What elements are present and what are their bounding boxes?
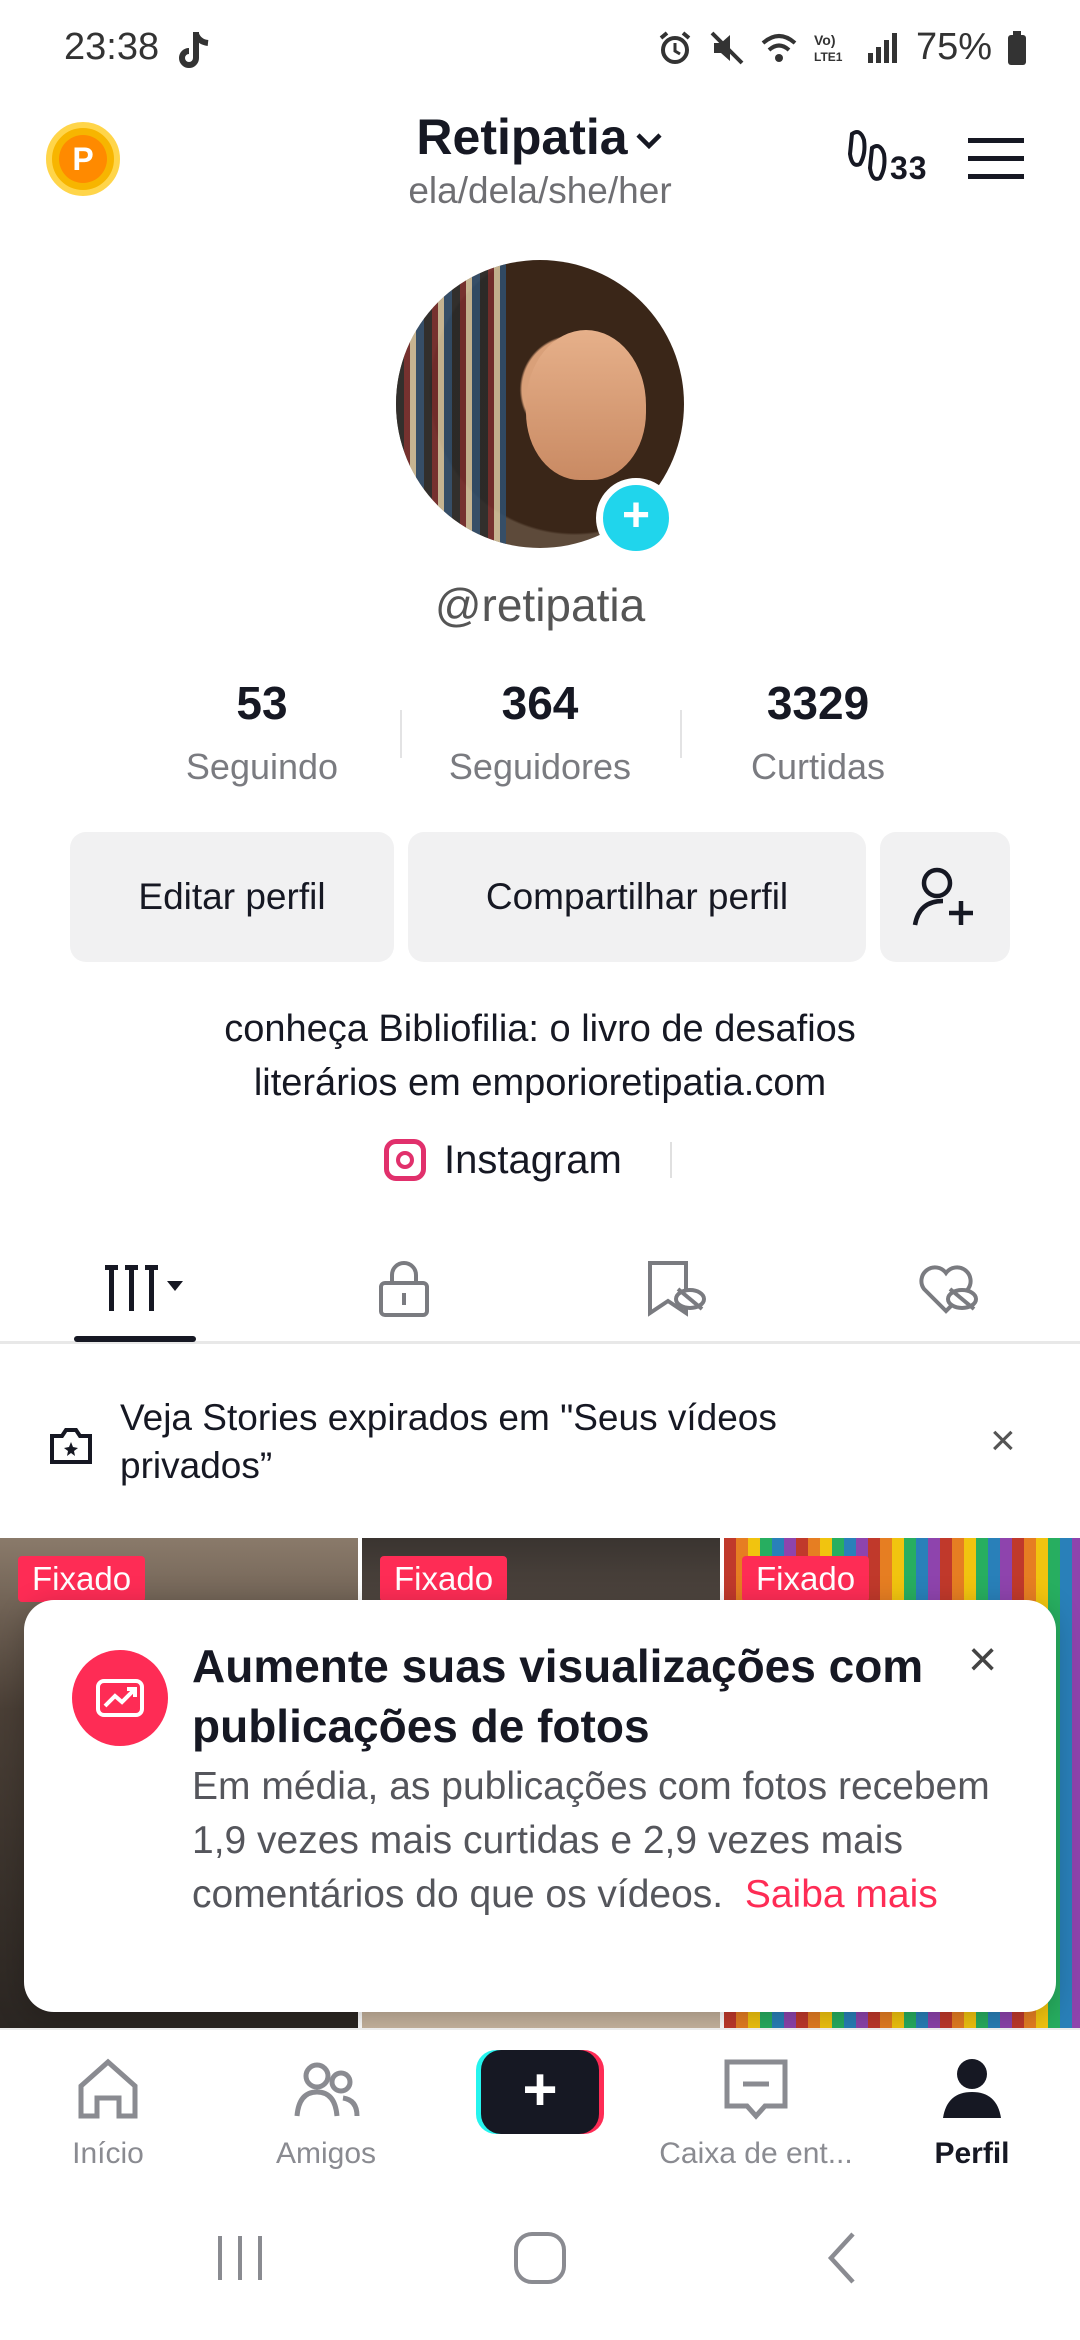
followers-count: 364 (501, 677, 579, 729)
bio-line-1: conheça Bibliofilia: o livro de desafios (224, 1008, 856, 1050)
profile-header: P Retipatia ela/dela/she/her 33 (0, 100, 1080, 220)
grid-icon (105, 1265, 183, 1311)
following-label: Seguindo (185, 746, 339, 787)
svg-text:LTE1: LTE1 (814, 50, 843, 64)
signal-icon (867, 32, 897, 63)
menu-icon[interactable] (966, 136, 1026, 182)
nav-inbox[interactable]: Caixa de ent... (656, 2054, 856, 2171)
close-banner-button[interactable]: × (990, 1416, 1016, 1466)
home-button-icon[interactable] (510, 2228, 570, 2288)
tab-videos[interactable] (96, 1254, 196, 1324)
nav-profile-label: Perfil (934, 2137, 1010, 2170)
camera-icon (50, 1428, 92, 1464)
battery-icon (1008, 30, 1026, 65)
instagram-icon (384, 1139, 426, 1181)
profile-bio: conheça Bibliofilia: o livro de desafios… (0, 1002, 1080, 1110)
heart-hidden-icon (919, 1265, 978, 1314)
avatar-face (526, 330, 646, 480)
followers-label: Seguidores (448, 746, 632, 787)
stat-likes[interactable]: 3329 Curtidas (688, 676, 948, 788)
footprints-icon (847, 130, 887, 181)
pinned-badge: Fixado (18, 1556, 146, 1602)
tab-liked[interactable] (908, 1254, 988, 1324)
inbox-icon (724, 2059, 788, 2120)
tab-reposts[interactable] (636, 1254, 716, 1324)
active-tab-indicator (74, 1336, 196, 1342)
likes-count: 3329 (766, 677, 870, 729)
create-button[interactable]: + (476, 2050, 604, 2134)
trending-icon (72, 1650, 168, 1746)
chevron-down-icon (635, 133, 662, 149)
add-friend-button[interactable] (880, 832, 1010, 962)
edit-profile-button[interactable]: Editar perfil (70, 832, 394, 962)
status-bar: 23:38 Vo) LTE1 75% (0, 0, 1080, 100)
visitors-count: 33 (890, 150, 928, 186)
close-tip-button[interactable]: × (968, 1630, 997, 1688)
bottom-navigation: Início Amigos + Caixa de ent... Perfil (0, 2028, 1080, 2178)
add-story-button[interactable]: + (596, 478, 676, 558)
wifi-icon (761, 33, 797, 62)
volte-icon: Vo) LTE1 (814, 32, 843, 64)
stat-followers[interactable]: 364 Seguidores (410, 676, 670, 788)
nav-profile[interactable]: Perfil (872, 2054, 1072, 2171)
bio-line-2[interactable]: literários em emporioretipatia.com (0, 1056, 1080, 1110)
chart-up-icon (96, 1679, 144, 1717)
avatar-background (396, 260, 506, 548)
mute-icon (710, 31, 744, 64)
username-label: Retipatia (416, 109, 628, 165)
status-time: 23:38 (64, 26, 160, 68)
svg-text:Vo): Vo) (814, 32, 836, 48)
share-profile-button[interactable]: Compartilhar perfil (408, 832, 866, 962)
link-divider (670, 1142, 672, 1178)
tab-private[interactable] (364, 1254, 444, 1324)
nav-inbox-label: Caixa de ent... (659, 2137, 853, 2170)
nav-friends-label: Amigos (275, 2137, 377, 2170)
stat-divider (400, 710, 402, 758)
friends-icon (294, 2062, 360, 2117)
instagram-label: Instagram (444, 1137, 622, 1182)
instagram-link[interactable]: Instagram (384, 1132, 622, 1188)
nav-home[interactable]: Início (8, 2054, 208, 2171)
recent-apps-icon[interactable] (210, 2228, 270, 2288)
expired-stories-banner[interactable]: Veja Stories expirados em "Seus vídeos p… (0, 1376, 1080, 1506)
battery-percent: 75% (915, 26, 992, 68)
pinned-badge: Fixado (380, 1556, 508, 1602)
tip-body: Em média, as publicações com fotos receb… (192, 1760, 992, 1922)
learn-more-link[interactable]: Saiba mais (745, 1873, 938, 1916)
add-user-icon (912, 867, 973, 926)
nav-home-label: Início (72, 2137, 144, 2170)
system-navigation (0, 2178, 1080, 2340)
following-count: 53 (236, 677, 288, 729)
back-icon[interactable] (815, 2228, 875, 2288)
home-icon (78, 2058, 138, 2119)
bookmark-hidden-icon (648, 1261, 706, 1317)
expired-stories-text: Veja Stories expirados em "Seus vídeos p… (120, 1397, 777, 1486)
alarm-icon (659, 30, 691, 64)
profile-icon (943, 2059, 1001, 2118)
likes-label: Curtidas (750, 746, 886, 787)
photo-posts-tip-card: Aumente suas visualizações com publicaçõ… (24, 1600, 1056, 2012)
status-icons: Vo) LTE1 75% (656, 26, 1028, 69)
pinned-badge: Fixado (742, 1556, 870, 1602)
content-tabs (0, 1236, 1080, 1344)
plus-icon: + (481, 2050, 599, 2134)
profile-handle: @retipatia (434, 579, 646, 631)
tip-title: Aumente suas visualizações com publicaçõ… (192, 1640, 924, 1752)
profile-visitors-button[interactable]: 33 (846, 124, 942, 194)
stat-following[interactable]: 53 Seguindo (132, 676, 392, 788)
tiktok-notification-icon (179, 32, 209, 68)
lock-icon (379, 1261, 429, 1317)
stat-divider (680, 710, 682, 758)
nav-friends[interactable]: Amigos (226, 2054, 426, 2171)
